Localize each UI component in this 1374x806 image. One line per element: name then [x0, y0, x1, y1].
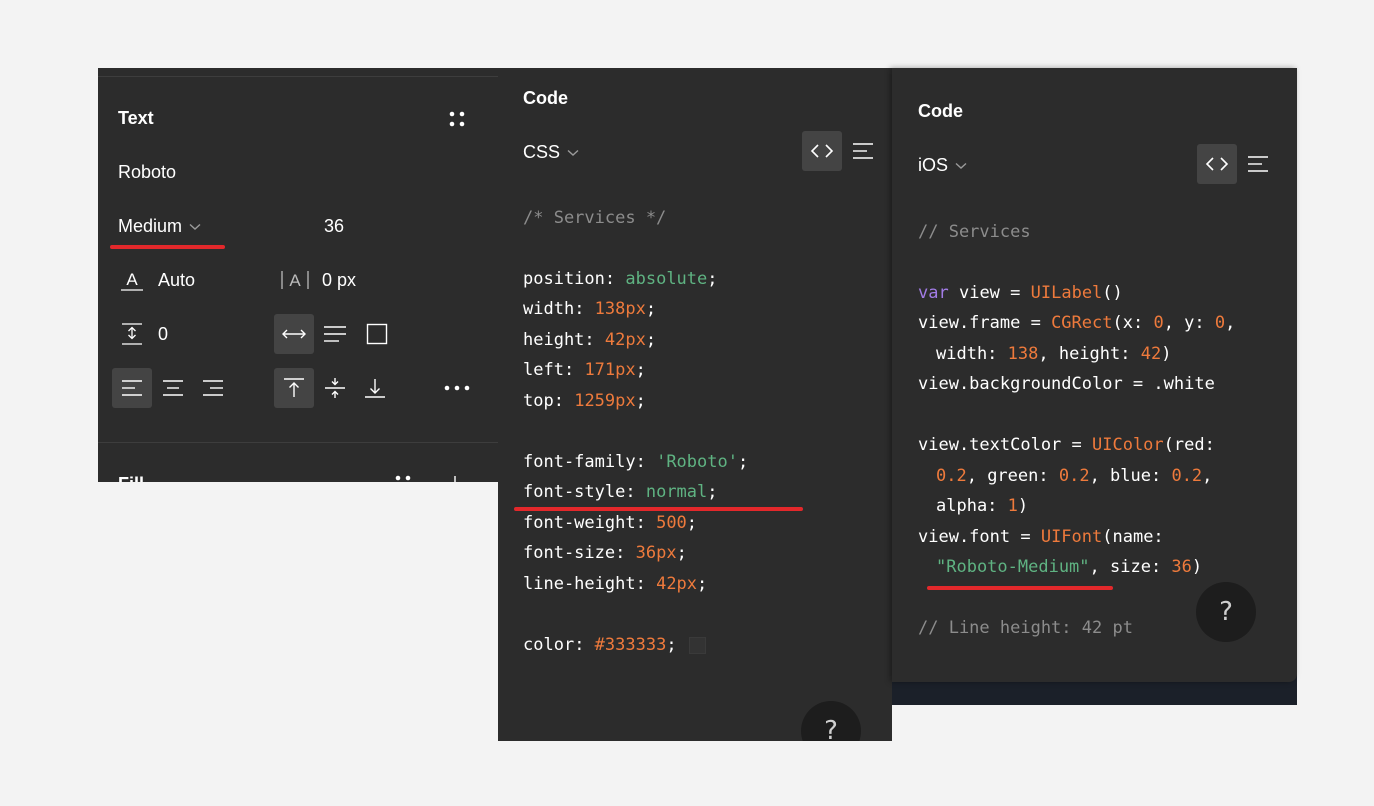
swift-line-textcolor-cont: 0.2, green: 0.2, blue: 0.2, [936, 466, 1213, 486]
align-middle-icon[interactable] [318, 368, 352, 408]
language-value: CSS [523, 142, 561, 162]
auto-width-icon[interactable] [274, 314, 314, 354]
code-panel-header: Code [523, 88, 568, 108]
paragraph-spacing-icon [118, 320, 146, 348]
font-family-select[interactable]: Roboto [118, 162, 176, 183]
align-center-icon[interactable] [156, 368, 190, 408]
css-line-font-style: font-style: normal; [523, 482, 718, 502]
css-line-top: top: 1259px; [523, 391, 646, 411]
code-view-icon[interactable] [802, 131, 842, 171]
auto-height-icon[interactable] [318, 314, 352, 354]
align-top-icon[interactable] [274, 368, 314, 408]
align-right-icon[interactable] [196, 368, 230, 408]
help-button[interactable]: ? [801, 701, 861, 741]
style-grid-icon[interactable] [446, 108, 468, 130]
paragraph-spacing-input[interactable]: 0 [158, 324, 168, 345]
panel-top-divider [98, 76, 498, 77]
align-bottom-icon[interactable] [358, 368, 392, 408]
fill-style-icon[interactable] [392, 472, 414, 482]
language-select[interactable]: CSS [523, 142, 579, 163]
font-weight-select[interactable]: Medium [118, 216, 201, 237]
swift-line-font: view.font = UIFont(name: [918, 527, 1164, 547]
line-height-input[interactable]: Auto [158, 270, 195, 291]
language-select[interactable]: iOS [918, 155, 967, 176]
text-properties-panel: Text Roboto Medium 36 A Auto A 0 px 0 [98, 68, 498, 482]
help-button[interactable]: ? [1196, 582, 1256, 642]
css-line-position: position: absolute; [523, 269, 718, 289]
more-options-icon[interactable] [438, 368, 476, 408]
list-view-icon[interactable] [1243, 144, 1273, 184]
swift-line-var: var view = UILabel() [918, 283, 1123, 303]
swift-line-textcolor: view.textColor = UIColor(red: [918, 435, 1215, 455]
css-line-font-weight: font-weight: 500; [523, 513, 698, 533]
swift-line-font-cont: "Roboto-Medium", size: 36) [936, 557, 1203, 577]
code-view-icon[interactable] [1197, 144, 1237, 184]
color-swatch [688, 636, 706, 654]
text-section-title: Text [118, 108, 154, 128]
chevron-down-icon [567, 149, 579, 157]
letter-spacing-icon: A [278, 266, 312, 294]
font-style-highlight-underline [514, 507, 803, 511]
letter-spacing-input[interactable]: 0 px [322, 270, 356, 291]
line-height-comment: // Line height: 42 pt [918, 618, 1133, 638]
weight-highlight-underline [110, 245, 225, 249]
add-fill-icon[interactable] [444, 472, 466, 482]
swift-line-alpha: alpha: 1) [936, 496, 1029, 516]
svg-text:A: A [289, 271, 301, 290]
swift-line-frame-cont: width: 138, height: 42) [936, 344, 1172, 364]
code-comment: // Services [918, 222, 1031, 242]
section-divider [98, 442, 498, 443]
fill-section-title: Fill [118, 474, 144, 482]
list-view-icon[interactable] [848, 131, 878, 171]
code-comment: /* Services */ [523, 208, 667, 228]
swift-line-frame: view.frame = CGRect(x: 0, y: 0, [918, 313, 1236, 333]
css-line-line-height: line-height: 42px; [523, 574, 708, 594]
css-line-width: width: 138px; [523, 299, 657, 319]
css-line-height: height: 42px; [523, 330, 657, 350]
swift-line-background: view.backgroundColor = .white [918, 374, 1215, 394]
css-line-left: left: 171px; [523, 360, 646, 380]
fixed-size-icon[interactable] [360, 314, 394, 354]
css-line-font-family: font-family: 'Roboto'; [523, 452, 749, 472]
css-code-panel: Code CSS /* Services */ position: absolu… [498, 68, 892, 741]
chevron-down-icon [955, 162, 967, 170]
css-line-font-size: font-size: 36px; [523, 543, 687, 563]
align-left-icon[interactable] [112, 368, 152, 408]
chevron-down-icon [189, 223, 201, 231]
font-weight-value: Medium [118, 216, 183, 236]
font-name-highlight-underline [927, 586, 1113, 590]
svg-text:A: A [126, 270, 138, 289]
code-panel-header: Code [918, 101, 963, 121]
language-value: iOS [918, 155, 949, 175]
css-line-color: color: #333333; [523, 635, 706, 655]
line-height-icon: A [118, 266, 146, 294]
font-size-input[interactable]: 36 [324, 216, 344, 237]
